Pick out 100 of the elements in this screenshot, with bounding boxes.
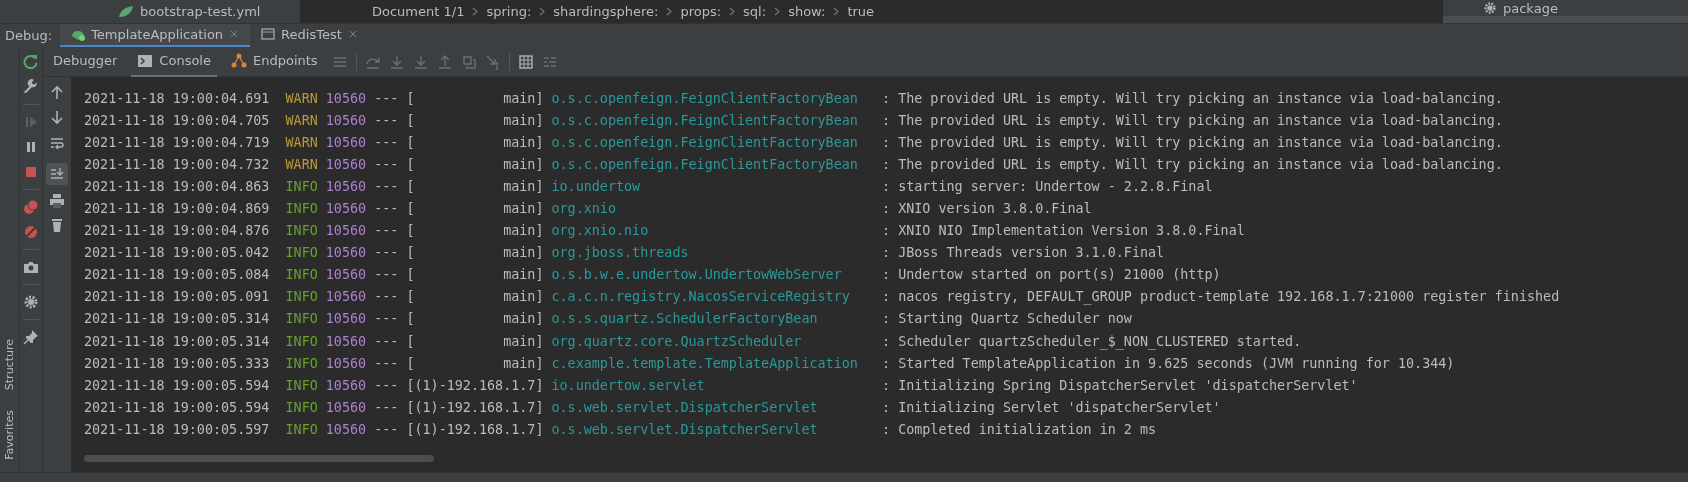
table-icon[interactable] bbox=[517, 53, 534, 70]
up-arrow-icon[interactable] bbox=[49, 85, 65, 101]
wrench-icon[interactable] bbox=[23, 79, 39, 95]
log-thread: [(1)-192.168.1.7] bbox=[406, 421, 544, 437]
pin-icon[interactable] bbox=[23, 329, 39, 345]
tree-item[interactable]: package bbox=[1503, 0, 1558, 16]
chevron-icon bbox=[472, 7, 479, 16]
log-logger: c.example.template.TemplateApplication bbox=[551, 355, 859, 371]
side-tab[interactable]: Favorites bbox=[3, 410, 16, 460]
log-level: INFO bbox=[284, 245, 318, 261]
log-logger: o.s.web.servlet.DispatcherServlet bbox=[551, 421, 819, 437]
log-pid: 10560 bbox=[325, 156, 367, 172]
nodes-icon[interactable] bbox=[230, 52, 247, 69]
chevron-icon bbox=[539, 7, 546, 16]
window-icon[interactable] bbox=[260, 26, 277, 42]
mute-breakpoints-icon[interactable] bbox=[23, 224, 39, 240]
log-separator: : bbox=[882, 201, 891, 216]
log-pid: 10560 bbox=[325, 267, 367, 283]
stop-icon[interactable] bbox=[23, 164, 39, 180]
log-message: The provided URL is empty. Will try picking an instance via load-balancing. bbox=[898, 156, 1503, 172]
log-separator: --- bbox=[374, 267, 399, 283]
log-level: INFO bbox=[284, 289, 318, 305]
debug-tab[interactable]: TemplateApplication bbox=[60, 23, 251, 48]
breadcrumb-item[interactable]: props: bbox=[680, 4, 722, 19]
log-level: INFO bbox=[284, 311, 318, 327]
log-pid: 10560 bbox=[325, 377, 367, 393]
breadcrumb-item[interactable]: shardingsphere: bbox=[553, 4, 659, 19]
log-separator: --- bbox=[374, 134, 399, 150]
log-pid: 10560 bbox=[325, 399, 367, 415]
settings-icon[interactable] bbox=[23, 294, 39, 310]
log-thread: [ main] bbox=[406, 156, 544, 172]
log-separator: --- bbox=[374, 289, 399, 305]
log-pid: 10560 bbox=[325, 289, 367, 305]
log-message: Completed initialization in 2 ms bbox=[898, 421, 1157, 437]
run-to-cursor-icon[interactable] bbox=[484, 53, 501, 70]
log-separator: --- bbox=[374, 421, 399, 437]
step-out-icon[interactable] bbox=[436, 53, 453, 70]
log-separator: : bbox=[882, 355, 891, 371]
log-level: WARN bbox=[284, 90, 318, 106]
log-separator: --- bbox=[374, 333, 399, 349]
log-pid: 10560 bbox=[325, 355, 367, 371]
log-logger: o.s.c.openfeign.FeignClientFactoryBean bbox=[551, 90, 859, 106]
log-level: INFO bbox=[284, 201, 318, 216]
log-timestamp: 2021-11-18 19:00:04.876 bbox=[84, 223, 270, 239]
step-into-icon[interactable] bbox=[388, 53, 405, 70]
log-thread: [ main] bbox=[406, 245, 544, 261]
log-logger: o.s.b.w.e.undertow.UndertowWebServer bbox=[551, 267, 843, 283]
terminal-icon[interactable] bbox=[137, 52, 154, 69]
log-separator: : bbox=[882, 112, 891, 128]
log-thread: [ main] bbox=[406, 267, 544, 283]
debug-tab[interactable]: RedisTest bbox=[250, 23, 369, 48]
log-logger: o.s.c.openfeign.FeignClientFactoryBean bbox=[551, 112, 859, 128]
chevron-icon bbox=[833, 7, 840, 16]
down-arrow-icon[interactable] bbox=[49, 109, 65, 125]
log-timestamp: 2021-11-18 19:00:05.314 bbox=[84, 311, 270, 327]
print-icon[interactable] bbox=[49, 193, 65, 209]
log-separator: : bbox=[882, 333, 891, 349]
log-separator: --- bbox=[374, 112, 399, 128]
log-pid: 10560 bbox=[325, 333, 367, 349]
log-separator: --- bbox=[374, 201, 399, 216]
log-timestamp: 2021-11-18 19:00:05.042 bbox=[84, 245, 270, 261]
chevron-icon bbox=[774, 7, 781, 16]
drop-frame-icon[interactable] bbox=[460, 53, 477, 70]
scrollbar-thumb[interactable] bbox=[84, 455, 434, 462]
log-level: INFO bbox=[284, 223, 318, 239]
toolbar-tab[interactable]: Console bbox=[131, 46, 217, 77]
log-message: Started TemplateApplication in 9.625 seconds (JVM running for 10.344) bbox=[898, 355, 1455, 371]
log-separator: --- bbox=[374, 245, 399, 261]
log-message: Scheduler quartzScheduler_$_NON_CLUSTERED started. bbox=[898, 333, 1302, 349]
log-separator: --- bbox=[374, 355, 399, 371]
log-separator: --- bbox=[374, 311, 399, 327]
rerun-icon[interactable] bbox=[23, 54, 39, 70]
breadcrumb-item[interactable]: sql: bbox=[743, 4, 767, 19]
log-thread: [(1)-192.168.1.7] bbox=[406, 377, 544, 393]
toolbar-tab[interactable]: Debugger bbox=[47, 46, 124, 77]
log-separator: : bbox=[882, 289, 891, 305]
breadcrumb-item[interactable]: spring: bbox=[486, 4, 532, 19]
log-logger: o.s.c.openfeign.FeignClientFactoryBean bbox=[551, 134, 859, 150]
breadcrumb-item[interactable]: show: bbox=[788, 4, 826, 19]
log-message: XNIO NIO Implementation Version 3.8.0.Final bbox=[898, 223, 1245, 239]
log-timestamp: 2021-11-18 19:00:04.732 bbox=[84, 156, 270, 172]
log-timestamp: 2021-11-18 19:00:05.091 bbox=[84, 289, 270, 305]
log-separator: : bbox=[882, 223, 891, 239]
side-tab[interactable]: Structure bbox=[3, 339, 16, 391]
log-timestamp: 2021-11-18 19:00:04.863 bbox=[84, 178, 270, 194]
camera-icon[interactable] bbox=[23, 259, 39, 275]
log-pid: 10560 bbox=[325, 112, 367, 128]
log-level: INFO bbox=[284, 377, 318, 393]
breakpoints-icon[interactable] bbox=[23, 199, 39, 215]
log-separator: --- bbox=[374, 178, 399, 194]
log-thread: [ main] bbox=[406, 134, 544, 150]
trash-icon[interactable] bbox=[49, 217, 65, 233]
log-thread: [ main] bbox=[406, 112, 544, 128]
log-thread: [ main] bbox=[406, 201, 544, 216]
breadcrumb-item[interactable]: Document 1/1 bbox=[372, 4, 465, 19]
force-step-into-icon[interactable] bbox=[412, 53, 429, 70]
toolbar-tab[interactable]: Endpoints bbox=[224, 46, 324, 77]
breadcrumb-item[interactable]: true bbox=[847, 4, 875, 19]
log-thread: [ main] bbox=[406, 311, 544, 327]
log-timestamp: 2021-11-18 19:00:05.594 bbox=[84, 377, 270, 393]
